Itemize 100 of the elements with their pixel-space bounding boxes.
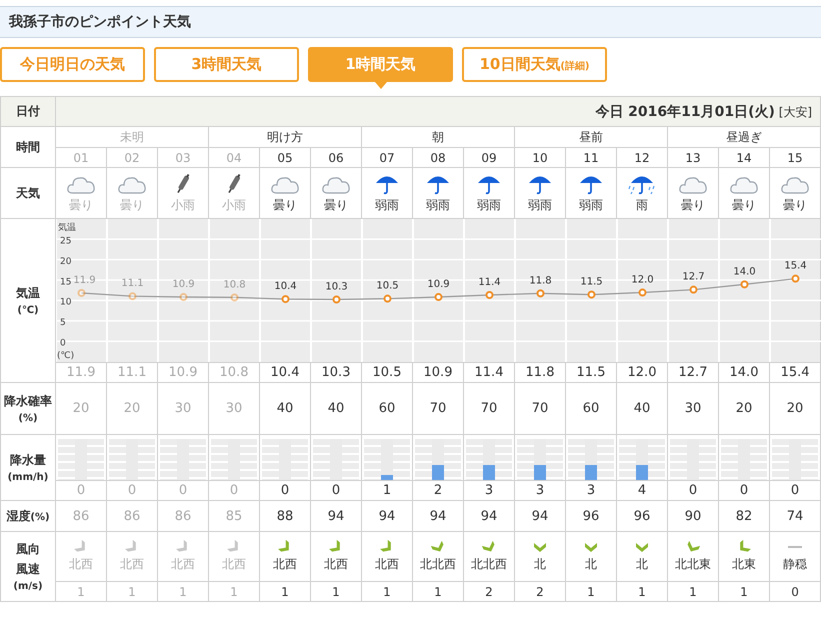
hour-label: 15 <box>770 148 821 168</box>
temperature-label: 11.8 <box>529 275 552 286</box>
wind-speed-value: 1 <box>566 582 616 602</box>
humidity-value: 74 <box>770 500 821 532</box>
temperature-label: 11.5 <box>580 276 603 288</box>
probability-value: 30 <box>668 382 718 434</box>
temperature-point <box>638 288 646 297</box>
y-tick-label: 25 <box>60 236 72 246</box>
probability-value: 20 <box>106 382 158 434</box>
humidity-value: 96 <box>566 500 616 532</box>
precipitation-value: 0 <box>106 480 158 500</box>
y-tick-label: 0 <box>60 338 66 349</box>
wind-direction-icon <box>532 540 548 554</box>
precipitation-value: 3 <box>464 480 514 500</box>
hour-label: 07 <box>362 148 412 168</box>
temperature-value: 10.9 <box>158 362 208 382</box>
humidity-value: 94 <box>514 500 566 532</box>
temperature-value: 12.7 <box>668 362 718 382</box>
temperature-value: 11.4 <box>464 362 514 382</box>
temperature-point <box>588 290 596 299</box>
y-tick-label: 20 <box>60 256 72 267</box>
weather-text: 弱雨 <box>426 196 450 214</box>
precipitation-value: 3 <box>566 480 616 500</box>
wind-direction-text: 北西 <box>171 556 195 573</box>
hour-label: 02 <box>106 148 158 168</box>
humidity-value: 90 <box>668 500 718 532</box>
tab-pointer-icon <box>374 82 386 89</box>
wind-direction-text: 北西 <box>375 556 399 573</box>
row-label: 風速 <box>16 561 40 578</box>
wind-speed-value: 1 <box>668 582 718 602</box>
row-label: 時間 <box>0 126 56 168</box>
weather-text: 曇り <box>120 196 144 214</box>
precipitation-value: 3 <box>514 480 566 500</box>
temperature-label: 11.9 <box>73 274 96 286</box>
probability-value: 70 <box>514 382 566 434</box>
temperature-label: 15.4 <box>784 260 807 272</box>
wind-direction-icon <box>430 540 446 554</box>
temperature-value: 11.5 <box>566 362 616 382</box>
y-tick-label: 10 <box>60 298 72 308</box>
forecast-tab[interactable]: 1時間天気 <box>308 47 453 82</box>
precipitation-value: 0 <box>158 480 208 500</box>
unit-label: (mm/h) <box>8 472 48 483</box>
temperature-value: 10.3 <box>310 362 362 382</box>
unit-label: (%) <box>18 413 38 424</box>
precipitation-value: 0 <box>668 480 718 500</box>
hour-label: 08 <box>412 148 464 168</box>
y-axis-title: 気温 <box>58 223 76 233</box>
wind-speed-value: 1 <box>106 582 158 602</box>
wind-direction-text: 北西 <box>324 556 348 573</box>
wind-direction-text: 北北東 <box>675 556 711 573</box>
temperature-point <box>332 296 340 304</box>
humidity-value: 86 <box>106 500 158 532</box>
temperature-value: 11.9 <box>56 362 106 382</box>
row-label: 湿度 <box>6 508 30 522</box>
temperature-point <box>384 294 392 303</box>
row-label: 降水量 <box>10 452 46 469</box>
period-label: 明け方 <box>208 126 362 148</box>
temperature-value: 12.0 <box>616 362 668 382</box>
temperature-label: 14.0 <box>733 266 756 278</box>
precipitation-value: 1 <box>362 480 412 500</box>
wind-direction-text: 北 <box>534 556 546 573</box>
temperature-point <box>128 292 136 300</box>
row-label: 降水確率 <box>4 393 52 410</box>
period-label: 昼過ぎ <box>668 126 821 148</box>
hour-label: 14 <box>718 148 770 168</box>
probability-value: 40 <box>616 382 668 434</box>
forecast-tab[interactable]: 今日明日の天気 <box>0 47 145 82</box>
period-label: 昼前 <box>514 126 668 148</box>
precipitation-value: 0 <box>310 480 362 500</box>
date-text: 今日 2016年11月01日(火) <box>595 104 775 120</box>
rokuyo-text: [大安] <box>778 104 812 118</box>
precipitation-value: 0 <box>260 480 310 500</box>
wind-direction-icon <box>685 540 701 554</box>
hour-label: 03 <box>158 148 208 168</box>
precipitation-value: 2 <box>412 480 464 500</box>
hour-label: 09 <box>464 148 514 168</box>
weather-text: 小雨 <box>171 196 195 214</box>
temperature-point <box>180 293 188 302</box>
hour-label: 01 <box>56 148 106 168</box>
wind-speed-value: 1 <box>56 582 106 602</box>
temperature-label: 10.8 <box>223 279 246 290</box>
probability-value: 20 <box>770 382 821 434</box>
probability-value: 60 <box>362 382 412 434</box>
row-label: 日付 <box>0 96 56 126</box>
temperature-label: 10.4 <box>274 281 297 292</box>
wind-direction-text: 北東 <box>732 556 756 573</box>
wind-speed-value: 1 <box>208 582 260 602</box>
wind-direction-icon <box>583 540 599 554</box>
y-axis-unit: (℃) <box>57 351 74 361</box>
precipitation-value: 4 <box>616 480 668 500</box>
humidity-value: 94 <box>464 500 514 532</box>
wind-direction-text: 北西 <box>69 556 93 573</box>
probability-value: 30 <box>158 382 208 434</box>
forecast-tab[interactable]: 10日間天気(詳細) <box>462 47 607 82</box>
temperature-label: 11.4 <box>478 277 501 288</box>
forecast-tab[interactable]: 3時間天気 <box>154 47 299 82</box>
hour-label: 11 <box>566 148 616 168</box>
page-title: 我孫子市のピンポイント天気 <box>9 13 191 31</box>
wind-speed-value: 1 <box>718 582 770 602</box>
weather-text: 曇り <box>69 196 93 214</box>
